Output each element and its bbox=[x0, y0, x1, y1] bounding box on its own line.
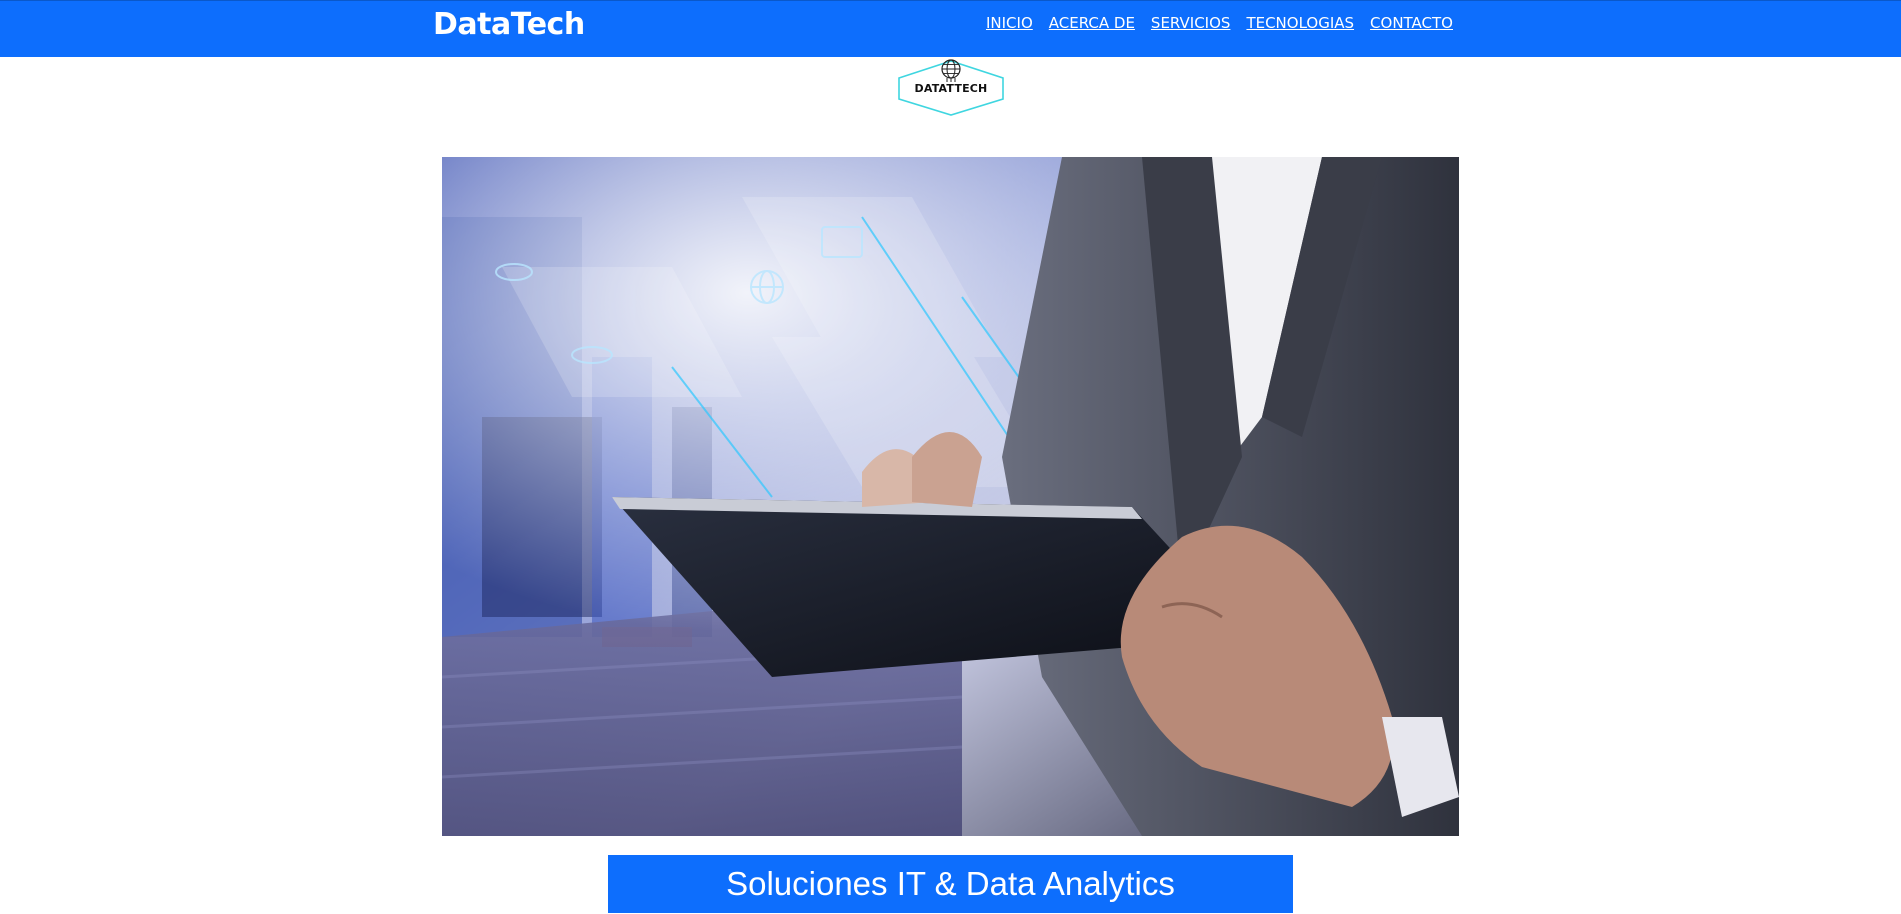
nav-item-inicio: INICIO bbox=[986, 14, 1033, 33]
company-logo: DATATTECH bbox=[895, 57, 1007, 117]
nav-link-tecnologias[interactable]: TECNOLOGIAS bbox=[1246, 14, 1354, 32]
logo-wordmark: DATATTECH bbox=[914, 82, 988, 95]
main-nav: INICIO ACERCA DE SERVICIOS TECNOLOGIAS C… bbox=[986, 14, 1453, 33]
nav-link-contacto[interactable]: CONTACTO bbox=[1370, 14, 1453, 32]
brand-link[interactable]: DataTech bbox=[433, 7, 585, 42]
nav-item-contacto: CONTACTO bbox=[1370, 14, 1453, 33]
nav-item-servicios: SERVICIOS bbox=[1151, 14, 1231, 33]
nav-link-servicios[interactable]: SERVICIOS bbox=[1151, 14, 1231, 32]
nav-link-acerca-de[interactable]: ACERCA DE bbox=[1049, 14, 1135, 32]
hero-illustration bbox=[442, 157, 1459, 836]
hero-caption: Soluciones IT & Data Analytics bbox=[608, 855, 1293, 913]
nav-link-inicio[interactable]: INICIO bbox=[986, 14, 1033, 32]
nav-item-tecnologias: TECNOLOGIAS bbox=[1246, 14, 1354, 33]
top-navbar: DataTech INICIO ACERCA DE SERVICIOS TECN… bbox=[0, 0, 1901, 57]
hero-image bbox=[442, 157, 1459, 836]
nav-item-acerca-de: ACERCA DE bbox=[1049, 14, 1135, 33]
